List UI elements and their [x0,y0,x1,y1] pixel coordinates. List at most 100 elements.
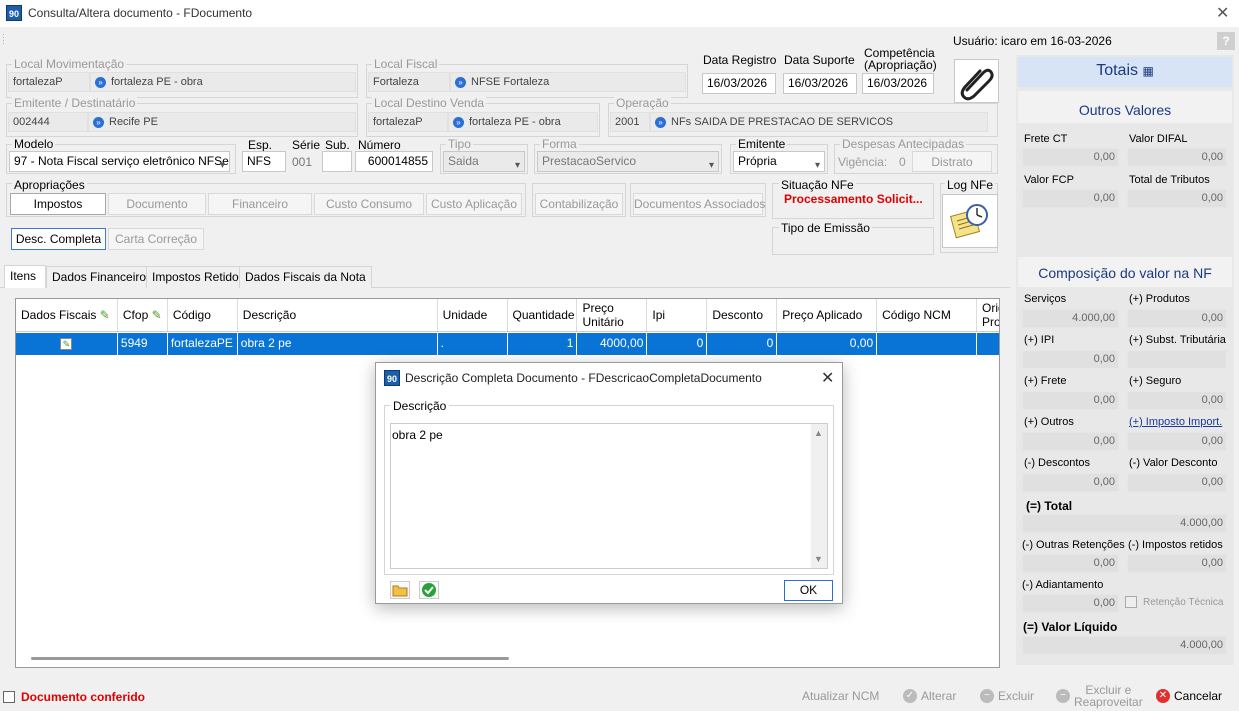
attach-button[interactable] [954,59,999,103]
descricao-textarea[interactable]: obra 2 pe ▲ ▼ [390,423,828,569]
contabilizacao-button[interactable]: Contabilização [535,193,623,215]
sub-field[interactable] [322,151,352,172]
forma-select[interactable]: PrestacaoServico ▾ [537,151,719,172]
numero-field[interactable]: 600014855 [355,151,433,172]
col-codigo-ncm[interactable]: Código NCM [877,299,978,331]
open-folder-button[interactable] [390,581,410,599]
ipi-value: 0,00 [1022,350,1119,369]
window-title: Consulta/Altera documento - FDocumento [28,6,253,20]
col-dados-fiscais[interactable]: Dados Fiscais ✎ [16,299,118,331]
codigo-cell[interactable]: fortalezaPE [168,333,238,355]
local-mov-name[interactable]: » fortaleza PE - obra [90,72,356,92]
frete-label: (+) Frete [1024,375,1067,387]
edit-pencil-icon: ✎ [151,308,162,322]
emitente-select[interactable]: Própria ▾ [733,151,825,172]
col-cfop[interactable]: Cfop ✎ [118,299,168,331]
descricao-text[interactable]: obra 2 pe [392,428,443,442]
excluir-reaproveitar-button[interactable]: − Excluir e Reaproveitar [1056,684,1143,708]
modelo-select[interactable]: 97 - Nota Fiscal serviço eletrônico NFSe… [9,151,230,172]
local-mov-code[interactable]: fortalezaP [8,72,90,92]
col-preco-unitario[interactable]: Preço Unitário [577,299,648,331]
alterar-button[interactable]: ✓ Alterar [903,689,956,703]
col-preco-aplicado[interactable]: Preço Aplicado [777,299,878,331]
tab-dados-financeiros[interactable]: Dados Financeiros [46,266,159,288]
tab-impostos-retidos[interactable]: Impostos Retidos [146,266,251,288]
col-unidade[interactable]: Unidade [438,299,508,331]
local-fiscal-name[interactable]: » NFSE Fortaleza [450,72,686,92]
dialog-title: Descrição Completa Documento - FDescrica… [405,371,762,385]
lookup-icon[interactable]: » [453,116,464,128]
tab-dados-fiscais-nota[interactable]: Dados Fiscais da Nota [239,266,372,288]
preco-unitario-cell[interactable]: 4000,00 [577,333,648,355]
scroll-down-icon[interactable]: ▼ [814,554,823,564]
notepad-icon[interactable]: ✎ [60,338,73,350]
edit-pencil-icon: ✎ [99,308,110,322]
cancelar-button[interactable]: ✕ Cancelar [1156,689,1222,703]
col-quantidade[interactable]: Quantidade [508,299,578,331]
esp-field[interactable]: NFS [242,151,286,172]
descricao-cell[interactable]: obra 2 pe [238,333,438,355]
retencao-tecnica-checkbox[interactable] [1125,596,1137,608]
user-label: Usuário: icaro em 16-03-2026 [953,34,1112,48]
tipo-select[interactable]: Saida ▾ [443,151,525,172]
unidade-cell[interactable]: . [438,333,508,355]
textarea-scrollbar[interactable]: ▲ ▼ [811,424,827,568]
ipi-cell[interactable]: 0 [647,333,708,355]
local-destino-name[interactable]: » fortaleza PE - obra [448,112,598,132]
emitente-dest-name[interactable]: » Recife PE [88,112,356,132]
col-codigo[interactable]: Código [168,299,238,331]
impostos-button[interactable]: Impostos [10,193,106,215]
docs-associados-button[interactable]: Documentos Associados [633,193,765,215]
help-icon[interactable]: ? [1217,32,1235,50]
scroll-up-icon[interactable]: ▲ [814,428,823,438]
distrato-button[interactable]: Distrato [912,151,992,172]
lookup-icon[interactable]: » [93,116,104,128]
lookup-icon[interactable]: » [95,76,106,88]
origem-cell[interactable] [977,333,999,355]
tab-itens[interactable]: Itens [4,265,46,288]
outras-retencoes-label: (-) Outras Retenções [1022,539,1125,551]
dados-fiscais-cell[interactable]: ✎ [16,333,118,355]
data-suporte-field[interactable]: 16/03/2026 [783,73,857,94]
operacao-code[interactable]: 2001 [610,112,650,132]
local-destino-code[interactable]: fortalezaP [368,112,448,132]
documento-button[interactable]: Documento [108,193,206,215]
totais-header: Totais ▦ [1018,57,1232,87]
emitente-dest-label: Emitente / Destinatário [12,96,138,110]
col-origem[interactable]: Orig Pro [977,299,999,331]
desconto-cell[interactable]: 0 [707,333,778,355]
chevron-down-icon: ▾ [514,160,520,171]
table-row[interactable]: ✎ 5949 fortalezaPE obra 2 pe . 1 4000,00… [16,333,999,355]
excluir-button[interactable]: − Excluir [980,689,1034,703]
atualizar-ncm-button[interactable]: Atualizar NCM [802,689,879,703]
conferido-checkbox[interactable] [3,691,15,703]
lookup-icon[interactable]: » [655,116,666,128]
financeiro-button[interactable]: Financeiro [208,193,312,215]
emitente-dest-code[interactable]: 002444 [8,112,88,132]
cfop-cell[interactable]: 5949 [118,333,168,355]
col-ipi[interactable]: Ipi [647,299,708,331]
log-nfe-button[interactable] [942,194,998,248]
operacao-name[interactable]: » NFs SAIDA DE PRESTACAO DE SERVICOS [650,112,988,132]
confirm-button[interactable] [419,581,439,599]
custo-consumo-button[interactable]: Custo Consumo [314,193,424,215]
ok-button[interactable]: OK [784,580,833,601]
descontos-value: 0,00 [1022,473,1119,492]
data-registro-field[interactable]: 16/03/2026 [702,73,776,94]
competencia-field[interactable]: 16/03/2026 [862,73,934,94]
dialog-close-icon[interactable]: ✕ [821,368,834,388]
col-descricao[interactable]: Descrição [238,299,438,331]
codigo-ncm-cell[interactable] [877,333,978,355]
lookup-icon[interactable]: » [455,76,466,88]
close-icon[interactable]: ✕ [1216,3,1229,23]
imposto-import-link[interactable]: (+) Imposto Import. [1129,416,1222,428]
col-desconto[interactable]: Desconto [707,299,778,331]
preco-aplicado-cell[interactable]: 0,00 [777,333,878,355]
custo-aplicacao-button[interactable]: Custo Aplicação [426,193,522,215]
tipo-emissao-label: Tipo de Emissão [779,221,872,235]
horizontal-scrollbar[interactable] [31,657,509,660]
carta-correcao-button[interactable]: Carta Correção [108,228,204,250]
local-fiscal-code[interactable]: Fortaleza [368,72,450,92]
quantidade-cell[interactable]: 1 [508,333,578,355]
desc-completa-button[interactable]: Desc. Completa [11,228,106,250]
